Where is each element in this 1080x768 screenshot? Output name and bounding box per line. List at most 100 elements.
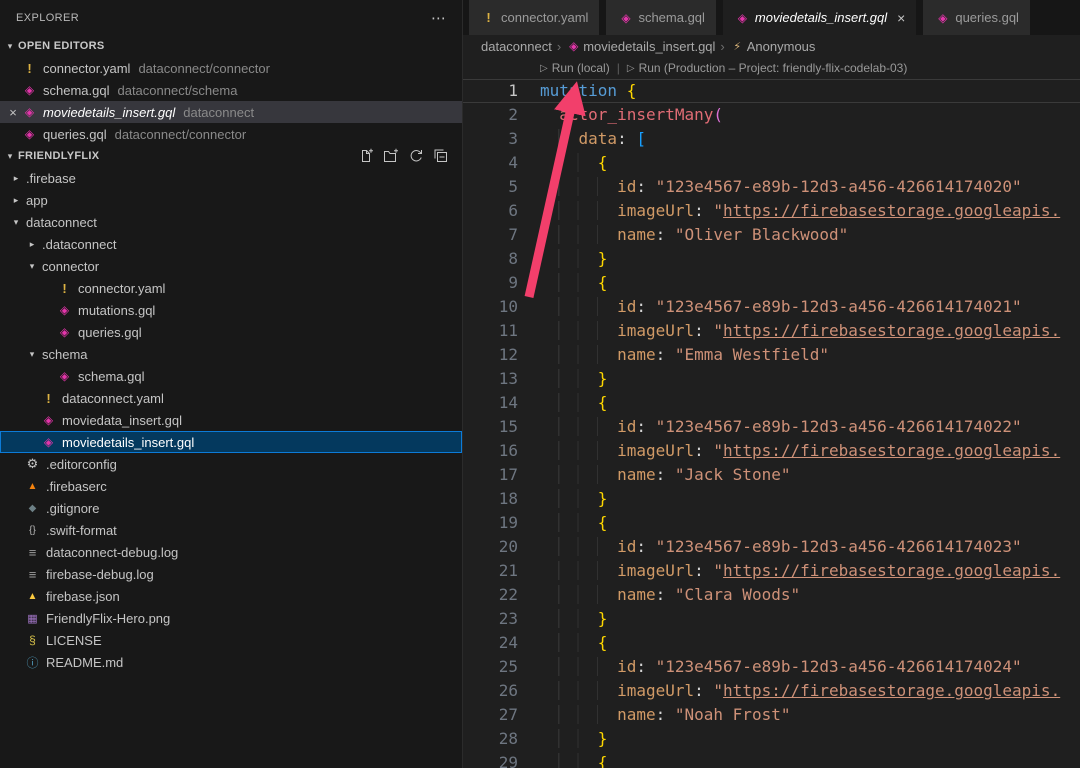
code-line[interactable]: 15 id: "123e4567-e89b-12d3-a456-42661417… [463, 415, 1080, 439]
line-number: 22 [463, 583, 518, 607]
workspace-label: FRIENDLYFLIX [18, 150, 99, 162]
code-line[interactable]: 21 imageUrl: "https://firebasestorage.go… [463, 559, 1080, 583]
graphql-icon: ◈ [21, 127, 38, 141]
code-line[interactable]: 1mutation { [463, 79, 1080, 103]
code-line[interactable]: 14 { [463, 391, 1080, 415]
code-line[interactable]: 5 id: "123e4567-e89b-12d3-a456-426614174… [463, 175, 1080, 199]
breadcrumb-item[interactable]: ⚡Anonymous [730, 39, 816, 54]
code-line[interactable]: 23 } [463, 607, 1080, 631]
codelens-separator: | [617, 61, 620, 75]
codelens-run-link[interactable]: ▷Run (local) [540, 61, 610, 75]
code-line[interactable]: 17 name: "Jack Stone" [463, 463, 1080, 487]
code-text: id: "123e4567-e89b-12d3-a456-42661417402… [518, 655, 1022, 679]
code-line[interactable]: 13 } [463, 367, 1080, 391]
code-line[interactable]: 6 imageUrl: "https://firebasestorage.goo… [463, 199, 1080, 223]
codelens-label: Run (Production – Project: friendly-flix… [639, 61, 908, 75]
new-folder-icon[interactable] [383, 148, 399, 164]
collapse-all-icon[interactable] [433, 148, 449, 164]
open-editor-item[interactable]: ×◈moviedetails_insert.gqldataconnect [0, 101, 462, 123]
close-tab-icon[interactable]: × [897, 10, 905, 26]
tree-item-dataconnect.yaml[interactable]: !dataconnect.yaml [0, 387, 462, 409]
tree-item-schema[interactable]: ▾schema [0, 343, 462, 365]
breadcrumb-item[interactable]: ◈moviedetails_insert.gql [566, 39, 715, 54]
code-text: id: "123e4567-e89b-12d3-a456-42661417402… [518, 175, 1022, 199]
code-line[interactable]: 20 id: "123e4567-e89b-12d3-a456-42661417… [463, 535, 1080, 559]
codelens-run-link[interactable]: ▷Run (Production – Project: friendly-fli… [627, 61, 908, 75]
sidebar-title-row: EXPLORER ⋯ [0, 0, 462, 35]
more-actions-icon[interactable]: ⋯ [431, 9, 446, 27]
info-icon: ⓘ [24, 654, 41, 671]
code-line[interactable]: 27 name: "Noah Frost" [463, 703, 1080, 727]
code-line[interactable]: 12 name: "Emma Westfield" [463, 343, 1080, 367]
tree-item-.editorconfig[interactable]: ⚙.editorconfig [0, 453, 462, 475]
chevron-icon: ▾ [24, 349, 40, 360]
tree-item-.firebase[interactable]: ▸.firebase [0, 167, 462, 189]
file-name: .dataconnect [42, 237, 116, 252]
code-line[interactable]: 2 actor_insertMany( [463, 103, 1080, 127]
file-name: moviedata_insert.gql [62, 413, 182, 428]
code-editor[interactable]: ▷Run (local) | ▷Run (Production – Project:… [463, 57, 1080, 768]
tab-moviedetails_insert.gql[interactable]: ◈moviedetails_insert.gql× [723, 0, 916, 35]
tab-bar: !connector.yaml◈schema.gql◈moviedetails_… [463, 0, 1080, 35]
file-name: firebase.json [46, 589, 120, 604]
tree-item-firebase-debug.log[interactable]: ≡firebase-debug.log [0, 563, 462, 585]
code-line[interactable]: 7 name: "Oliver Blackwood" [463, 223, 1080, 247]
code-line[interactable]: 18 } [463, 487, 1080, 511]
tree-item-queries.gql[interactable]: ◈queries.gql [0, 321, 462, 343]
open-editor-item[interactable]: !connector.yamldataconnect/connector [0, 57, 462, 79]
code-line[interactable]: 16 imageUrl: "https://firebasestorage.go… [463, 439, 1080, 463]
code-line[interactable]: 3 data: [ [463, 127, 1080, 151]
tree-item-.dataconnect[interactable]: ▸.dataconnect [0, 233, 462, 255]
tree-item-connector[interactable]: ▾connector [0, 255, 462, 277]
open-editor-item[interactable]: ◈schema.gqldataconnect/schema [0, 79, 462, 101]
tree-item-FriendlyFlix-Hero.png[interactable]: ▦FriendlyFlix-Hero.png [0, 607, 462, 629]
code-line[interactable]: 9 { [463, 271, 1080, 295]
line-number: 19 [463, 511, 518, 535]
code-line[interactable]: 8 } [463, 247, 1080, 271]
open-editor-item[interactable]: ◈queries.gqldataconnect/connector [0, 123, 462, 145]
tree-item-dataconnect[interactable]: ▾dataconnect [0, 211, 462, 233]
code-line[interactable]: 4 { [463, 151, 1080, 175]
code-line[interactable]: 11 imageUrl: "https://firebasestorage.go… [463, 319, 1080, 343]
breadcrumb-label: dataconnect [481, 39, 552, 54]
code-text: } [518, 487, 607, 511]
tree-item-.firebaserc[interactable]: ▲.firebaserc [0, 475, 462, 497]
code-text: id: "123e4567-e89b-12d3-a456-42661417402… [518, 295, 1022, 319]
code-line[interactable]: 28 } [463, 727, 1080, 751]
open-editors-header[interactable]: ▾ OPEN EDITORS [0, 35, 462, 57]
workspace-header[interactable]: ▾ FRIENDLYFLIX [0, 145, 462, 167]
tree-item-app[interactable]: ▸app [0, 189, 462, 211]
tree-item-connector.yaml[interactable]: !connector.yaml [0, 277, 462, 299]
tree-item-moviedetails_insert.gql[interactable]: ◈moviedetails_insert.gql [0, 431, 462, 453]
code-text: { [518, 271, 607, 295]
tree-item-.swift-format[interactable]: {}.swift-format [0, 519, 462, 541]
tree-item-.gitignore[interactable]: ◆.gitignore [0, 497, 462, 519]
tree-item-mutations.gql[interactable]: ◈mutations.gql [0, 299, 462, 321]
tree-item-schema.gql[interactable]: ◈schema.gql [0, 365, 462, 387]
code-text: { [518, 631, 607, 655]
new-file-icon[interactable] [358, 148, 374, 164]
tree-item-moviedata_insert.gql[interactable]: ◈moviedata_insert.gql [0, 409, 462, 431]
chevron-icon: ▸ [24, 239, 40, 250]
code-line[interactable]: 19 { [463, 511, 1080, 535]
tree-item-README.md[interactable]: ⓘREADME.md [0, 651, 462, 673]
tree-item-firebase.json[interactable]: ▲firebase.json [0, 585, 462, 607]
tab-queries.gql[interactable]: ◈queries.gql [923, 0, 1030, 35]
code-line[interactable]: 29 { [463, 751, 1080, 768]
code-line[interactable]: 24 { [463, 631, 1080, 655]
code-line[interactable]: 25 id: "123e4567-e89b-12d3-a456-42661417… [463, 655, 1080, 679]
refresh-icon[interactable] [408, 148, 424, 164]
tree-item-LICENSE[interactable]: §LICENSE [0, 629, 462, 651]
code-line[interactable]: 10 id: "123e4567-e89b-12d3-a456-42661417… [463, 295, 1080, 319]
code-line[interactable]: 22 name: "Clara Woods" [463, 583, 1080, 607]
breadcrumb-item[interactable]: dataconnect [481, 39, 552, 54]
line-number: 4 [463, 151, 518, 175]
chevron-icon: ▸ [8, 195, 24, 206]
line-number: 8 [463, 247, 518, 271]
code-line[interactable]: 26 imageUrl: "https://firebasestorage.go… [463, 679, 1080, 703]
line-number: 1 [463, 79, 518, 103]
tree-item-dataconnect-debug.log[interactable]: ≡dataconnect-debug.log [0, 541, 462, 563]
close-editor-icon[interactable]: × [5, 105, 21, 120]
tab-connector.yaml[interactable]: !connector.yaml [469, 0, 599, 35]
tab-schema.gql[interactable]: ◈schema.gql [606, 0, 715, 35]
